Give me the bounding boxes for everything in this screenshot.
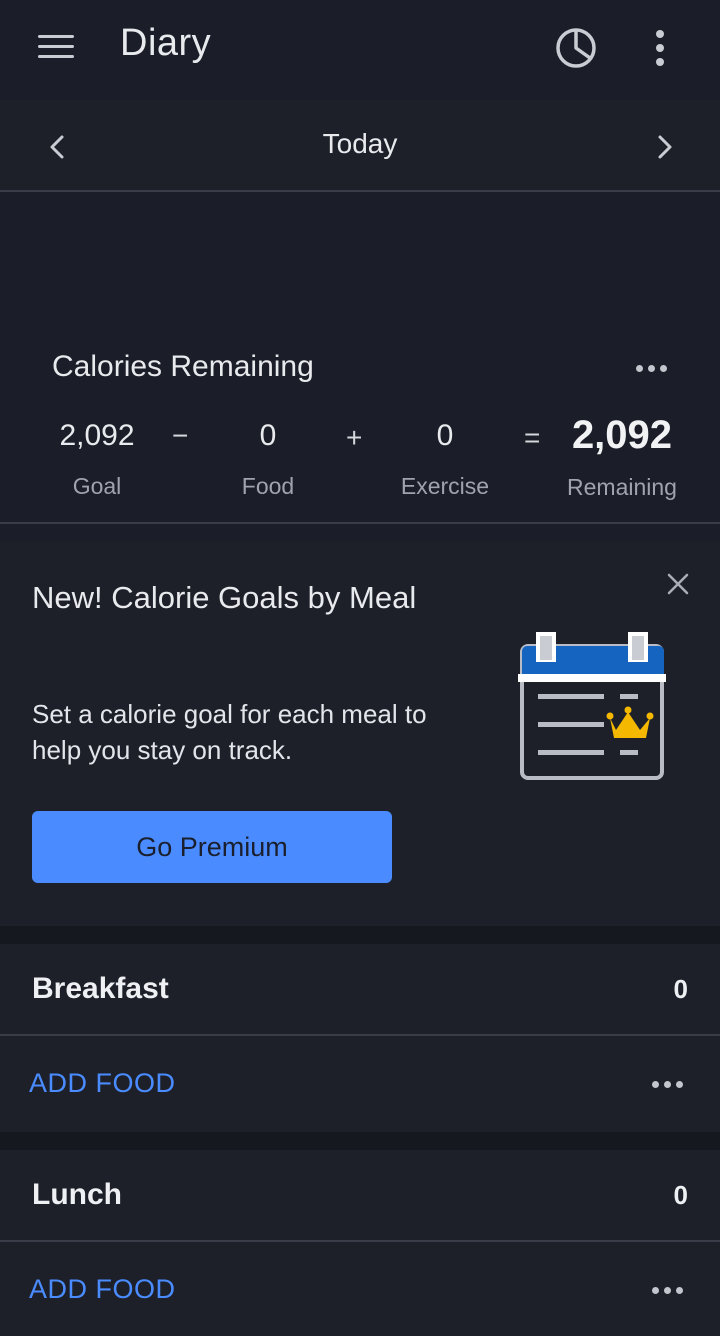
equals-operator: = (524, 422, 541, 453)
page-title: Diary (120, 22, 212, 64)
chevron-right-icon[interactable] (644, 128, 684, 168)
section-gap (0, 926, 720, 944)
remaining-value: 2,092 (571, 413, 673, 457)
menu-icon[interactable] (36, 32, 76, 62)
exercise-value: 0 (436, 419, 454, 452)
food-label: Food (241, 473, 295, 499)
calories-remaining-title: Calories Remaining (52, 350, 314, 383)
plus-operator: + (346, 422, 363, 453)
exercise-label: Exercise (400, 473, 490, 499)
meal-calories: 0 (673, 974, 688, 1004)
app-bar (0, 0, 720, 100)
close-icon[interactable] (664, 570, 692, 598)
more-vertical-icon[interactable] (648, 26, 672, 70)
date-label[interactable]: Today (0, 128, 720, 160)
food-value: 0 (259, 419, 277, 452)
goal-value: 2,092 (59, 419, 135, 452)
promo-title: New! Calorie Goals by Meal (32, 580, 417, 615)
meal-name: Lunch (32, 1178, 122, 1211)
pie-chart-icon[interactable] (552, 24, 600, 72)
section-gap (0, 1132, 720, 1150)
goal-label: Goal (72, 473, 122, 499)
more-horizontal-icon[interactable] (652, 1287, 686, 1297)
promo-body: Set a calorie goal for each meal to help… (32, 699, 427, 765)
meal-name: Breakfast (32, 972, 169, 1005)
meal-calories: 0 (673, 1180, 688, 1210)
more-horizontal-icon[interactable] (652, 1081, 686, 1091)
go-premium-button[interactable]: Go Premium (32, 811, 392, 883)
add-food-button[interactable]: ADD FOOD (29, 1274, 176, 1305)
add-food-button[interactable]: ADD FOOD (29, 1068, 176, 1099)
calendar-crown-icon (514, 628, 670, 784)
more-horizontal-icon[interactable] (636, 365, 670, 375)
minus-operator: − (172, 420, 189, 451)
remaining-label: Remaining (567, 474, 677, 500)
divider (0, 522, 720, 524)
